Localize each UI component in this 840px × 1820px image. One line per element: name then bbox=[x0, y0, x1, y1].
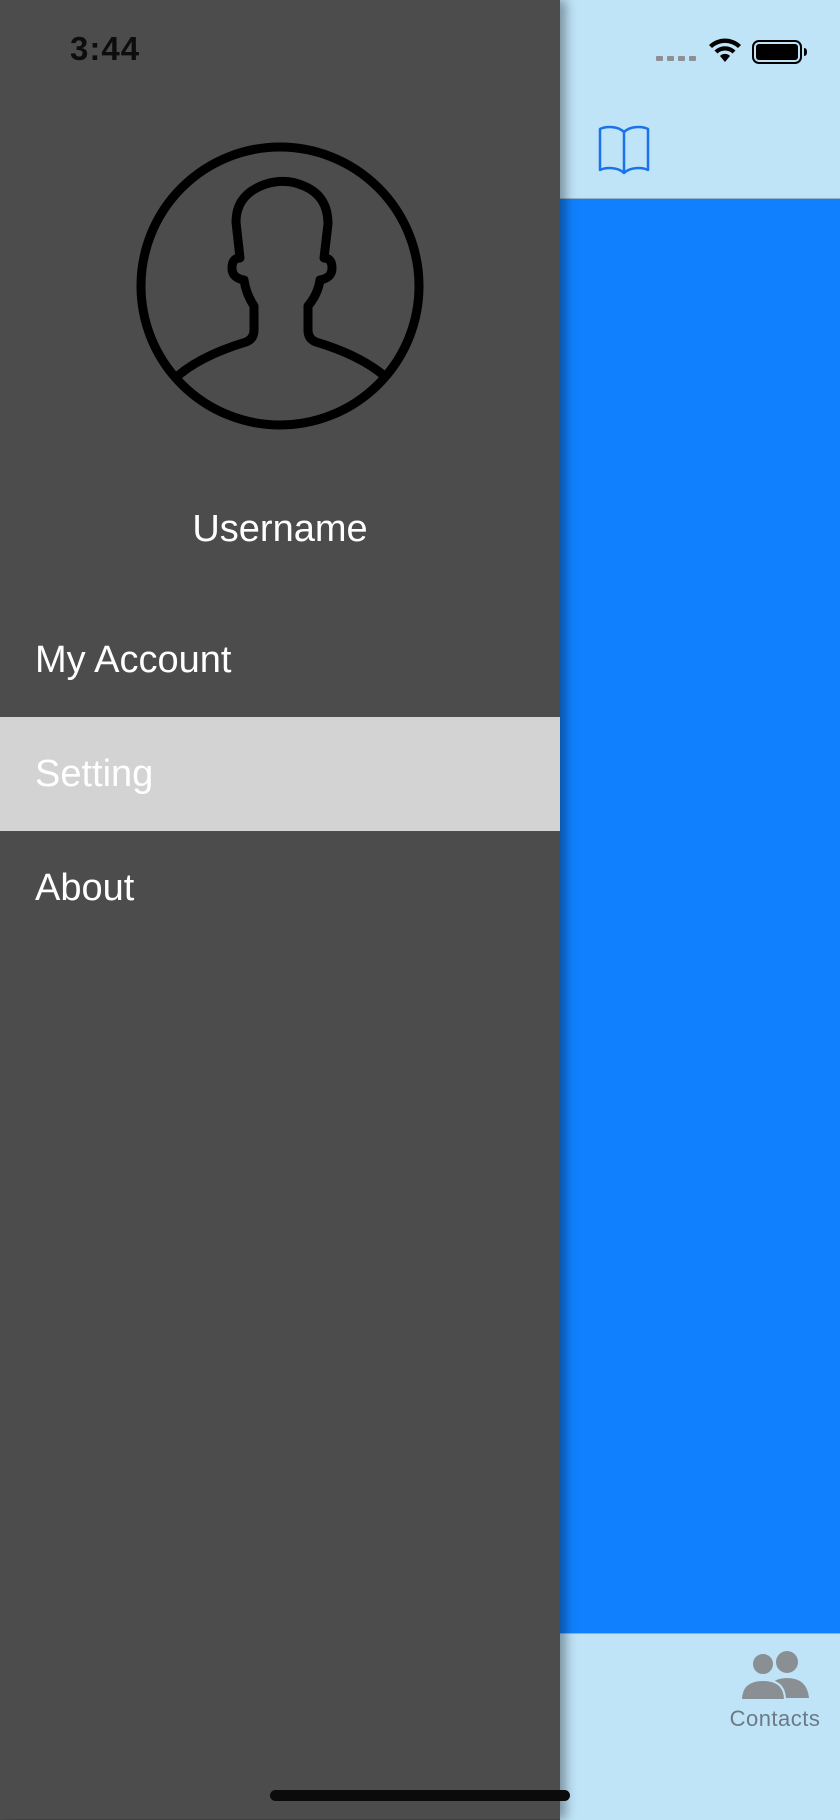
home-indicator[interactable] bbox=[270, 1790, 570, 1801]
menu-item-about[interactable]: About bbox=[0, 831, 560, 945]
status-time: 3:44 bbox=[70, 30, 141, 67]
menu-toggle-button[interactable] bbox=[594, 118, 654, 178]
tab-label: Contacts bbox=[729, 1706, 821, 1731]
contacts-icon bbox=[739, 1651, 809, 1701]
book-icon bbox=[598, 125, 650, 175]
cellular-signal-icon bbox=[656, 56, 696, 61]
menu-item-label: My Account bbox=[35, 638, 232, 681]
menu-item-setting[interactable]: Setting bbox=[0, 717, 560, 831]
menu-item-label: Setting bbox=[35, 752, 154, 795]
tab-bar: Contacts bbox=[560, 1633, 840, 1820]
menu-item-label: About bbox=[35, 866, 135, 909]
menu-item-my-account[interactable]: My Account bbox=[0, 603, 560, 717]
wifi-icon bbox=[709, 38, 741, 62]
tab-contacts[interactable]: Contacts bbox=[710, 1648, 840, 1738]
side-drawer: 3:44 Username My Account Setting About bbox=[0, 0, 560, 1819]
username-label: Username bbox=[192, 508, 368, 550]
navigation-bar bbox=[560, 100, 840, 199]
status-bar-right bbox=[560, 0, 840, 100]
content-area bbox=[560, 199, 840, 1633]
user-silhouette-icon[interactable] bbox=[136, 142, 424, 430]
battery-icon bbox=[752, 40, 807, 64]
main-content: Contacts bbox=[560, 0, 840, 1820]
